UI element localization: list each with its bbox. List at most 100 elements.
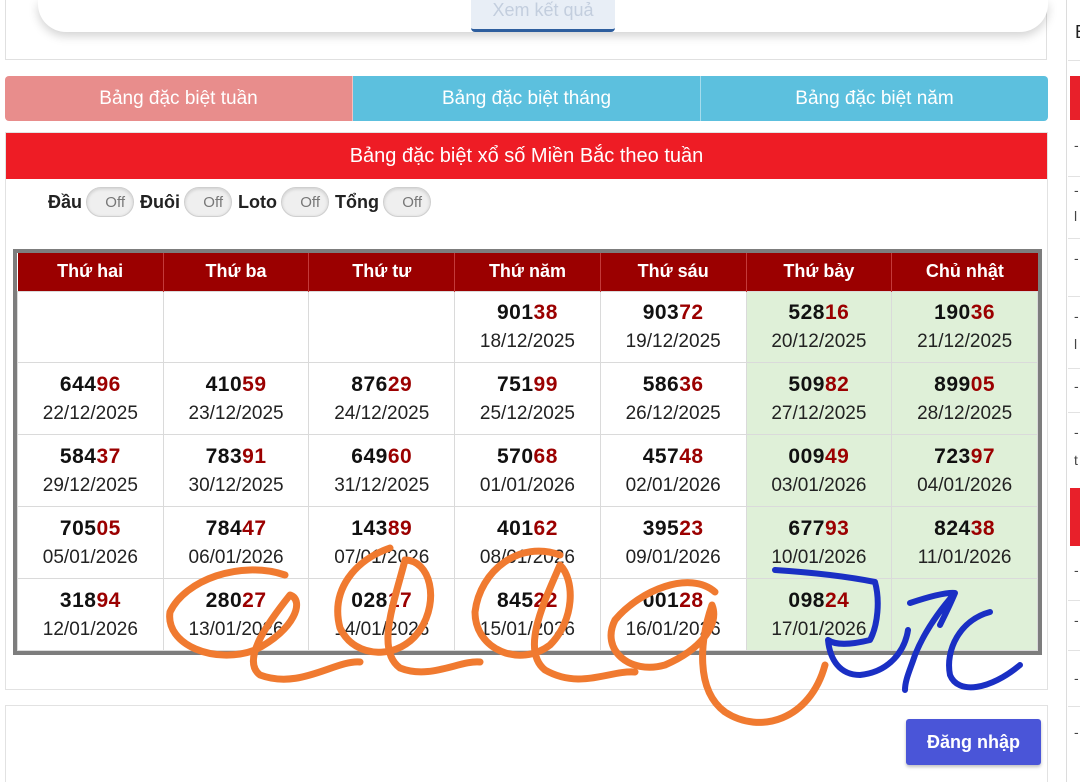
login-button[interactable]: Đăng nhập <box>906 719 1041 765</box>
number-prefix: 009 <box>788 444 825 468</box>
toggle-dau[interactable]: Off <box>86 187 135 217</box>
table-row: 70505 05/01/2026 78447 06/01/2026 14389 07/01… <box>17 506 1038 580</box>
number-prefix: 528 <box>788 300 825 324</box>
sidebar-divider <box>1068 650 1080 651</box>
result-cell <box>891 578 1038 651</box>
result-cell: 90372 19/12/2025 <box>599 290 747 364</box>
number-prefix: 586 <box>642 372 680 396</box>
result-cell: 84522 15/01/2026 <box>454 578 601 651</box>
view-results-button[interactable]: Xem kết quả <box>471 0 615 32</box>
sidebar-item[interactable]: - <box>1074 724 1079 740</box>
number-prefix: 751 <box>497 372 534 396</box>
sidebar-item[interactable]: l <box>1074 208 1077 224</box>
sidebar-item[interactable]: - <box>1074 308 1079 324</box>
sidebar-item[interactable]: - <box>1074 562 1079 578</box>
result-cell: 89905 28/12/2025 <box>891 362 1038 436</box>
toggle-label-tong: Tổng <box>335 191 379 212</box>
special-prize-number: 45748 <box>601 445 746 469</box>
sidebar-divider <box>1068 238 1080 239</box>
number-tail: 48 <box>679 444 704 468</box>
number-prefix: 783 <box>205 444 243 468</box>
number-tail: 17 <box>387 588 413 612</box>
draw-date: 03/01/2026 <box>771 474 867 496</box>
special-prize-number: 90372 <box>601 301 746 325</box>
number-prefix: 401 <box>497 516 534 540</box>
draw-date: 26/12/2025 <box>625 402 721 424</box>
sidebar-divider <box>1068 296 1080 297</box>
result-cell: 72397 04/01/2026 <box>891 434 1038 508</box>
result-cell: 82438 11/01/2026 <box>891 506 1038 580</box>
result-cell: 41059 23/12/2025 <box>162 362 310 436</box>
result-cell: 02817 14/01/2026 <box>308 578 456 651</box>
column-header: Chủ nhật <box>891 253 1038 291</box>
special-prize-number: 89905 <box>892 373 1037 397</box>
sidebar-divider <box>1068 706 1080 707</box>
number-prefix: 677 <box>788 516 825 540</box>
draw-date: 28/12/2025 <box>917 402 1013 424</box>
toggle-loto[interactable]: Off <box>281 187 329 217</box>
sidebar-item[interactable]: t <box>1074 452 1078 468</box>
sidebar-item[interactable]: - <box>1074 182 1079 198</box>
result-cell <box>17 290 164 364</box>
tab-week[interactable]: Bảng đặc biệt tuần <box>5 76 353 121</box>
sidebar-item[interactable]: l <box>1074 336 1077 352</box>
toggle-label-dau: Đầu <box>48 191 83 212</box>
draw-date: 18/12/2025 <box>479 330 575 352</box>
sidebar-header-red <box>1070 488 1080 546</box>
page: Xem kết quả E - - l - - l - - t - - - - … <box>0 0 1080 782</box>
toggle-tong[interactable]: Off <box>382 187 431 217</box>
toggle-label-loto: Loto <box>238 191 277 212</box>
draw-date: 06/01/2026 <box>188 546 284 568</box>
number-prefix: 028 <box>351 588 388 612</box>
sidebar-item[interactable]: - <box>1074 424 1079 440</box>
special-prize-number: 90138 <box>455 301 600 325</box>
login-card <box>5 705 1048 782</box>
special-prize-number: 31894 <box>18 589 163 613</box>
draw-date: 02/01/2026 <box>625 474 721 496</box>
draw-date: 01/01/2026 <box>479 474 575 496</box>
table-header-row: Thứ hai Thứ ba Thứ tư Thứ năm Thứ sáu Th… <box>17 253 1038 291</box>
sidebar-item[interactable]: - <box>1074 137 1079 153</box>
special-prize-number: 14389 <box>309 517 454 541</box>
number-tail: 59 <box>242 372 267 396</box>
number-prefix: 876 <box>351 372 388 396</box>
number-prefix: 318 <box>59 588 97 612</box>
table-row: 64496 22/12/2025 41059 23/12/2025 87629 24/12… <box>17 362 1038 436</box>
sidebar-item[interactable]: - <box>1074 670 1079 686</box>
toggle-label-duoi: Đuôi <box>140 191 181 212</box>
number-prefix: 190 <box>934 300 971 324</box>
special-prize-number: 87629 <box>309 373 454 397</box>
right-sidebar: E - - l - - l - - t - - - - <box>1066 0 1080 782</box>
special-prize-number: 00128 <box>601 589 746 613</box>
number-prefix: 903 <box>642 300 680 324</box>
tab-month[interactable]: Bảng đặc biệt tháng <box>353 76 701 121</box>
result-cell: 50982 27/12/2025 <box>745 362 893 436</box>
number-prefix: 899 <box>934 372 971 396</box>
table-row: 31894 12/01/2026 28027 13/01/2026 02817 14/01… <box>17 578 1038 651</box>
number-tail: 47 <box>242 516 267 540</box>
table-row: 58437 29/12/2025 78391 30/12/2025 64960 31/12… <box>17 434 1038 508</box>
number-tail: 91 <box>242 444 267 468</box>
special-prize-number: 58636 <box>601 373 746 397</box>
results-panel: Bảng đặc biệt xổ số Miền Bắc theo tuần Đ… <box>5 132 1048 690</box>
draw-date: 27/12/2025 <box>771 402 867 424</box>
sidebar-letter: E <box>1075 22 1080 43</box>
special-prize-number: 50982 <box>747 373 892 397</box>
number-tail: 28 <box>679 588 704 612</box>
sidebar-divider <box>1068 60 1080 61</box>
toggle-duoi[interactable]: Off <box>184 187 233 217</box>
result-cell: 67793 10/01/2026 <box>745 506 893 580</box>
special-prize-number: 52816 <box>747 301 892 325</box>
number-tail: 93 <box>824 516 850 540</box>
number-tail: 62 <box>533 516 558 540</box>
results-table-wrapper: Thứ hai Thứ ba Thứ tư Thứ năm Thứ sáu Th… <box>13 249 1042 655</box>
special-prize-number: 41059 <box>164 373 309 397</box>
tab-year[interactable]: Bảng đặc biệt năm <box>701 76 1048 121</box>
result-cell: 31894 12/01/2026 <box>17 578 164 651</box>
sidebar-item[interactable]: - <box>1074 378 1079 394</box>
sidebar-item[interactable]: - <box>1074 612 1079 628</box>
special-prize-number: 67793 <box>747 517 892 541</box>
result-cell: 58636 26/12/2025 <box>599 362 747 436</box>
sidebar-item[interactable]: - <box>1074 250 1079 266</box>
result-cell: 90138 18/12/2025 <box>454 290 601 364</box>
